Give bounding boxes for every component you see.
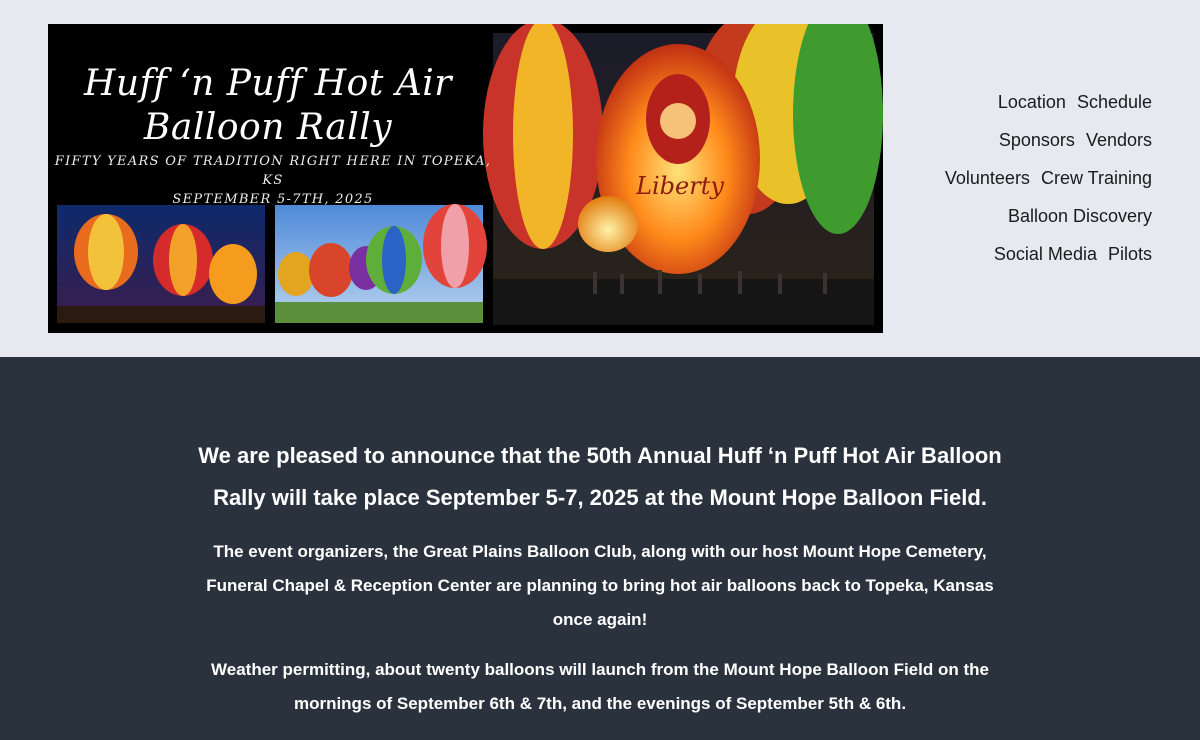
organizers-line-2: Funeral Chapel & Reception Center are pl… bbox=[206, 576, 994, 595]
nav-row-4: Balloon Discovery bbox=[945, 197, 1152, 235]
nav-volunteers-link[interactable]: Volunteers bbox=[945, 168, 1030, 188]
nav-row-3: Volunteers Crew Training bbox=[945, 159, 1152, 197]
nav-location-link[interactable]: Location bbox=[998, 92, 1066, 112]
banner-image[interactable]: Liberty Huff ‘n Puff Hot Air Balloon Ral… bbox=[48, 24, 883, 333]
organizers-paragraph: The event organizers, the Great Plains B… bbox=[170, 535, 1030, 637]
banner-subtitle-line-1: FIFTY YEARS OF TRADITION RIGHT HERE IN T… bbox=[54, 154, 492, 188]
headline-line-1: We are pleased to announce that the 50th… bbox=[198, 443, 1002, 468]
banner-title-line-1: Huff ‘n Puff Hot Air bbox=[84, 63, 452, 104]
balloon-liberty-text: Liberty bbox=[635, 172, 724, 200]
nav-crew-training-link[interactable]: Crew Training bbox=[1041, 168, 1152, 188]
organizers-line-1: The event organizers, the Great Plains B… bbox=[213, 542, 987, 561]
nav-pilots-link[interactable]: Pilots bbox=[1108, 244, 1152, 264]
announcement-headline: We are pleased to announce that the 50th… bbox=[180, 435, 1020, 519]
nav-row-5: Social Media Pilots bbox=[945, 235, 1152, 273]
nav-row-1: Location Schedule bbox=[945, 83, 1152, 121]
main-navigation: Location Schedule Sponsors Vendors Volun… bbox=[945, 83, 1152, 273]
nav-balloon-discovery-link[interactable]: Balloon Discovery bbox=[1008, 206, 1152, 226]
nav-row-2: Sponsors Vendors bbox=[945, 121, 1152, 159]
main-content: We are pleased to announce that the 50th… bbox=[0, 357, 1200, 740]
weather-line-2: mornings of September 6th & 7th, and the… bbox=[293, 694, 907, 713]
nav-social-media-link[interactable]: Social Media bbox=[994, 244, 1097, 264]
banner-title: Huff ‘n Puff Hot Air Balloon Rally bbox=[48, 62, 488, 150]
organizers-line-3: once again! bbox=[552, 610, 648, 629]
headline-line-2: Rally will take place September 5-7, 202… bbox=[213, 485, 987, 510]
nav-sponsors-link[interactable]: Sponsors bbox=[999, 130, 1075, 150]
banner-subtitle-line-2: SEPTEMBER 5-7TH, 2025 bbox=[172, 192, 374, 207]
site-header: Liberty Huff ‘n Puff Hot Air Balloon Ral… bbox=[0, 0, 1200, 357]
nav-vendors-link[interactable]: Vendors bbox=[1086, 130, 1152, 150]
nav-schedule-link[interactable]: Schedule bbox=[1077, 92, 1152, 112]
banner-title-line-2: Balloon Rally bbox=[143, 107, 393, 148]
weather-line-1: Weather permitting, about twenty balloon… bbox=[211, 660, 989, 679]
weather-paragraph: Weather permitting, about twenty balloon… bbox=[170, 653, 1030, 721]
banner-subtitle: FIFTY YEARS OF TRADITION RIGHT HERE IN T… bbox=[48, 152, 498, 209]
